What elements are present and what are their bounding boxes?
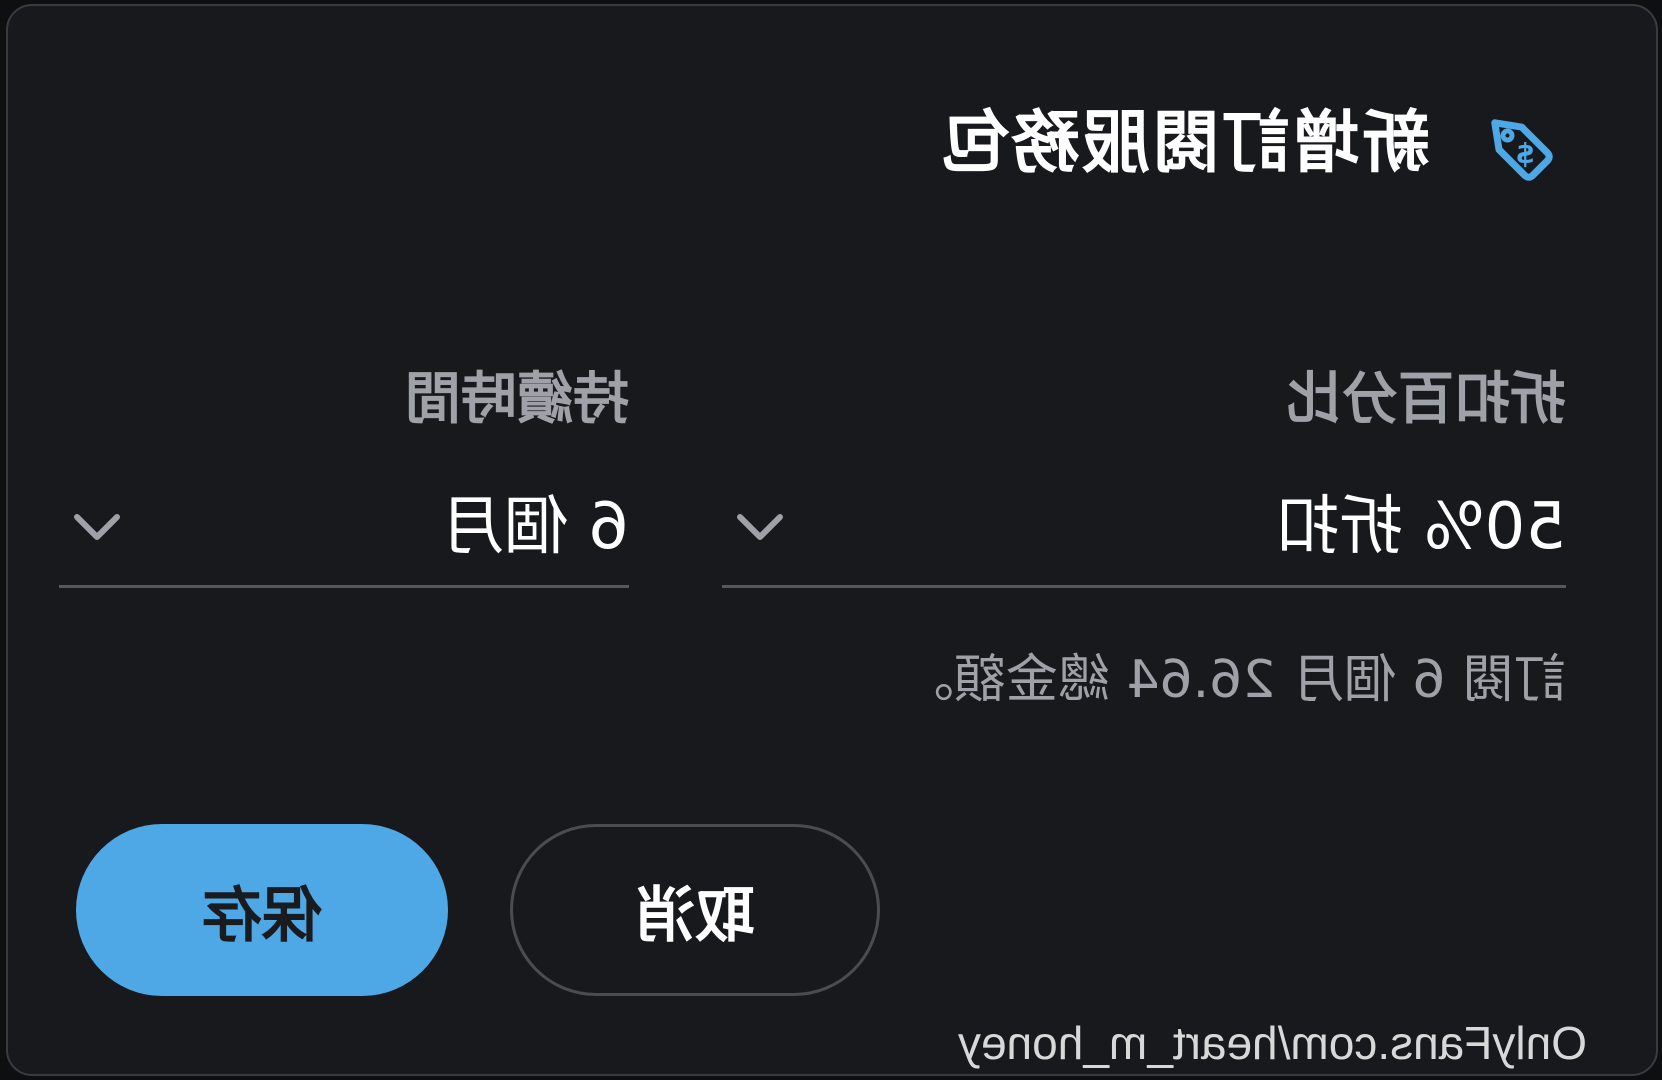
subscription-summary: 訂閱 6 個月 26.64 總金額。 <box>901 650 1566 710</box>
mirrored-frame: $ 新增訂閱服務包 折扣百分比 50% 折扣 持續時間 6 個月 訂閱 6 個月… <box>0 0 1662 1080</box>
dialog-title: 新增訂閱服務包 <box>939 104 1430 183</box>
save-button[interactable]: 保存 <box>76 824 448 996</box>
duration-field: 持續時間 6 個月 <box>59 367 629 602</box>
discount-select[interactable]: 50% 折扣 <box>722 468 1566 588</box>
duration-select[interactable]: 6 個月 <box>59 468 629 588</box>
price-tag-dollar-icon: $ <box>1491 119 1553 181</box>
discount-label: 折扣百分比 <box>1286 367 1566 432</box>
discount-value: 50% 折扣 <box>1275 489 1566 564</box>
duration-value: 6 個月 <box>439 489 629 564</box>
watermark: OnlyFans.com/heart_m_honey <box>958 1017 1587 1069</box>
add-subscription-bundle-dialog: $ 新增訂閱服務包 折扣百分比 50% 折扣 持續時間 6 個月 訂閱 6 個月… <box>6 4 1658 1076</box>
dialog-header: $ 新增訂閱服務包 <box>940 96 1566 192</box>
duration-label: 持續時間 <box>405 367 629 432</box>
svg-text:$: $ <box>1515 137 1534 170</box>
chevron-down-icon <box>74 513 120 540</box>
chevron-down-icon <box>737 513 783 540</box>
discount-field: 折扣百分比 50% 折扣 <box>722 367 1566 602</box>
cancel-button[interactable]: 取消 <box>510 824 880 996</box>
